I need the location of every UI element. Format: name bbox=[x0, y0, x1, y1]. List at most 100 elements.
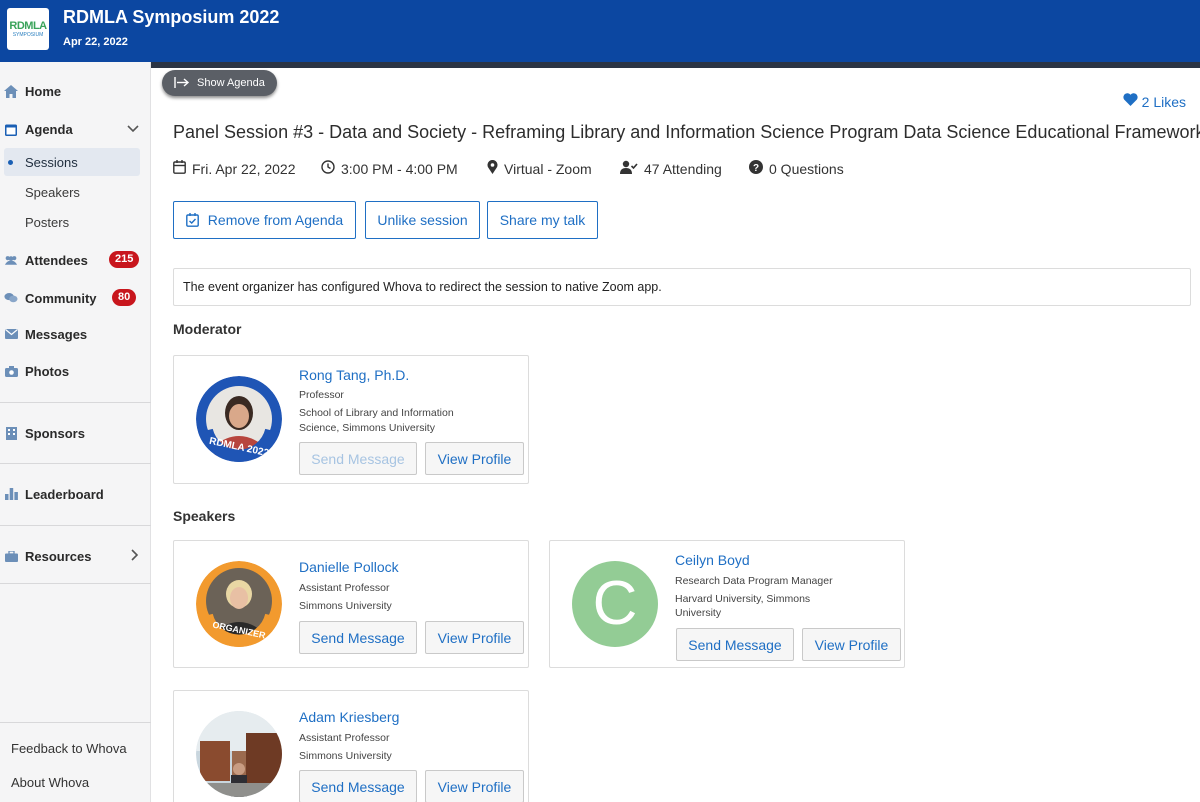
sidebar-item-label: Leaderboard bbox=[25, 486, 104, 502]
clock-icon bbox=[321, 160, 335, 177]
remove-from-agenda-button[interactable]: Remove from Agenda bbox=[173, 201, 356, 239]
session-attending[interactable]: 47 Attending bbox=[620, 160, 722, 177]
session-time-text: 3:00 PM - 4:00 PM bbox=[341, 160, 458, 177]
heart-icon bbox=[1123, 93, 1138, 110]
send-message-button[interactable]: Send Message bbox=[299, 621, 417, 654]
sidebar-item-messages[interactable]: Messages bbox=[0, 320, 151, 348]
chevron-down-icon[interactable] bbox=[127, 122, 139, 136]
likes-button[interactable]: 2 Likes bbox=[1123, 93, 1186, 110]
sidebar-divider bbox=[0, 722, 151, 723]
sidebar-item-resources[interactable]: Resources bbox=[0, 542, 151, 570]
sidebar-item-label: Speakers bbox=[25, 184, 80, 200]
sidebar-item-label: Community bbox=[25, 290, 97, 306]
header-shadow-bar bbox=[150, 62, 1200, 68]
speaker-title: Assistant Professor bbox=[299, 732, 390, 744]
about-link[interactable]: About Whova bbox=[11, 775, 89, 790]
sidebar-divider bbox=[0, 402, 151, 403]
sidebar-item-leaderboard[interactable]: Leaderboard bbox=[0, 480, 151, 508]
logo-text: RDMLA bbox=[9, 19, 47, 32]
sidebar-item-photos[interactable]: Photos bbox=[0, 357, 151, 385]
session-date-text: Fri. Apr 22, 2022 bbox=[192, 160, 296, 177]
briefcase-icon bbox=[4, 549, 18, 563]
sidebar-item-label: Messages bbox=[25, 326, 88, 342]
session-date: Fri. Apr 22, 2022 bbox=[173, 160, 296, 177]
speaker-avatar[interactable]: ORGANIZER bbox=[196, 561, 282, 647]
session-location-text: Virtual - Zoom bbox=[504, 160, 592, 177]
view-profile-button[interactable]: View Profile bbox=[425, 770, 524, 802]
active-dot-icon bbox=[8, 160, 13, 165]
moderator-title: Professor bbox=[299, 389, 344, 401]
chevron-right-icon[interactable] bbox=[131, 548, 139, 564]
likes-count: 2 Likes bbox=[1141, 93, 1186, 110]
zoom-redirect-notice: The event organizer has configured Whova… bbox=[173, 268, 1191, 306]
sidebar-divider bbox=[0, 463, 151, 464]
speaker-title: Assistant Professor bbox=[299, 582, 390, 594]
camera-icon bbox=[4, 364, 18, 378]
speaker-org: Harvard University, Simmons University bbox=[675, 593, 811, 619]
send-message-button[interactable]: Send Message bbox=[299, 770, 417, 802]
session-location: Virtual - Zoom bbox=[487, 159, 592, 177]
sidebar-item-attendees[interactable]: Attendees 215 bbox=[0, 246, 151, 274]
expand-arrow-icon bbox=[174, 76, 190, 91]
event-title[interactable]: RDMLA Symposium 2022 bbox=[63, 7, 279, 28]
speaker-card: ORGANIZER Danielle Pollock Assistant Pro… bbox=[173, 540, 529, 668]
sidebar-item-label: Sessions bbox=[25, 154, 78, 170]
show-agenda-button[interactable]: Show Agenda bbox=[162, 70, 277, 96]
bar-chart-icon bbox=[4, 487, 18, 501]
speaker-org: Simmons University bbox=[299, 750, 392, 762]
session-questions[interactable]: ? 0 Questions bbox=[749, 160, 844, 177]
sidebar-item-community[interactable]: Community 80 bbox=[0, 284, 151, 312]
top-header: RDMLA SYMPOSIUM RDMLA Symposium 2022 Apr… bbox=[0, 0, 1200, 68]
send-message-button[interactable]: Send Message bbox=[676, 628, 794, 661]
speaker-card: Adam Kriesberg Assistant Professor Simmo… bbox=[173, 690, 529, 802]
sidebar-item-home[interactable]: Home bbox=[0, 77, 151, 105]
speaker-avatar[interactable] bbox=[196, 711, 282, 797]
view-profile-button[interactable]: View Profile bbox=[802, 628, 901, 661]
speaker-name[interactable]: Ceilyn Boyd bbox=[675, 552, 750, 568]
view-profile-button[interactable]: View Profile bbox=[425, 442, 524, 475]
svg-text:?: ? bbox=[753, 163, 759, 174]
moderator-card: RDMLA 2022 Rong Tang, Ph.D. Professor Sc… bbox=[173, 355, 529, 484]
sidebar-item-label: Attendees bbox=[25, 252, 88, 268]
send-message-button[interactable]: Send Message bbox=[299, 442, 417, 475]
view-profile-button[interactable]: View Profile bbox=[425, 621, 524, 654]
event-logo[interactable]: RDMLA SYMPOSIUM bbox=[7, 8, 49, 50]
sidebar-item-label: Agenda bbox=[25, 121, 73, 137]
envelope-icon bbox=[4, 327, 18, 341]
show-agenda-label: Show Agenda bbox=[197, 77, 265, 89]
speaker-name[interactable]: Danielle Pollock bbox=[299, 559, 399, 575]
sidebar: Home Agenda Sessions Speakers Posters At… bbox=[0, 62, 151, 802]
moderator-avatar[interactable]: RDMLA 2022 bbox=[196, 376, 282, 462]
speaker-card: C Ceilyn Boyd Research Data Program Mana… bbox=[549, 540, 905, 668]
speaker-name[interactable]: Adam Kriesberg bbox=[299, 709, 399, 725]
question-circle-icon: ? bbox=[749, 160, 763, 177]
session-time: 3:00 PM - 4:00 PM bbox=[321, 160, 458, 177]
session-attending-text: 47 Attending bbox=[644, 160, 722, 177]
sidebar-item-agenda[interactable]: Agenda bbox=[0, 115, 151, 143]
event-date: Apr 22, 2022 bbox=[63, 36, 128, 48]
sidebar-item-sessions[interactable]: Sessions bbox=[4, 148, 140, 176]
unlike-session-button[interactable]: Unlike session bbox=[365, 201, 480, 239]
feedback-link[interactable]: Feedback to Whova bbox=[11, 741, 127, 756]
share-talk-button[interactable]: Share my talk bbox=[487, 201, 598, 239]
sidebar-item-label: Sponsors bbox=[25, 425, 85, 441]
sidebar-item-label: Resources bbox=[25, 548, 92, 564]
moderator-name[interactable]: Rong Tang, Ph.D. bbox=[299, 367, 409, 383]
speaker-title: Research Data Program Manager bbox=[675, 575, 833, 587]
session-questions-text: 0 Questions bbox=[769, 160, 844, 177]
user-check-icon bbox=[620, 160, 638, 177]
sidebar-item-label: Home bbox=[25, 83, 62, 99]
sidebar-item-speakers[interactable]: Speakers bbox=[4, 178, 140, 206]
sidebar-item-sponsors[interactable]: Sponsors bbox=[0, 419, 151, 447]
calendar-icon bbox=[173, 160, 186, 177]
map-pin-icon bbox=[487, 159, 498, 177]
sidebar-item-label: Photos bbox=[25, 363, 70, 379]
people-icon bbox=[4, 253, 18, 267]
speaker-avatar[interactable]: C bbox=[572, 561, 658, 647]
sidebar-divider bbox=[0, 583, 151, 584]
calendar-check-icon bbox=[185, 213, 199, 227]
moderator-org: School of Library and Information Scienc… bbox=[299, 407, 454, 434]
attendees-count-badge: 215 bbox=[109, 251, 140, 268]
speakers-heading: Speakers bbox=[173, 508, 236, 524]
sidebar-item-posters[interactable]: Posters bbox=[4, 208, 140, 236]
